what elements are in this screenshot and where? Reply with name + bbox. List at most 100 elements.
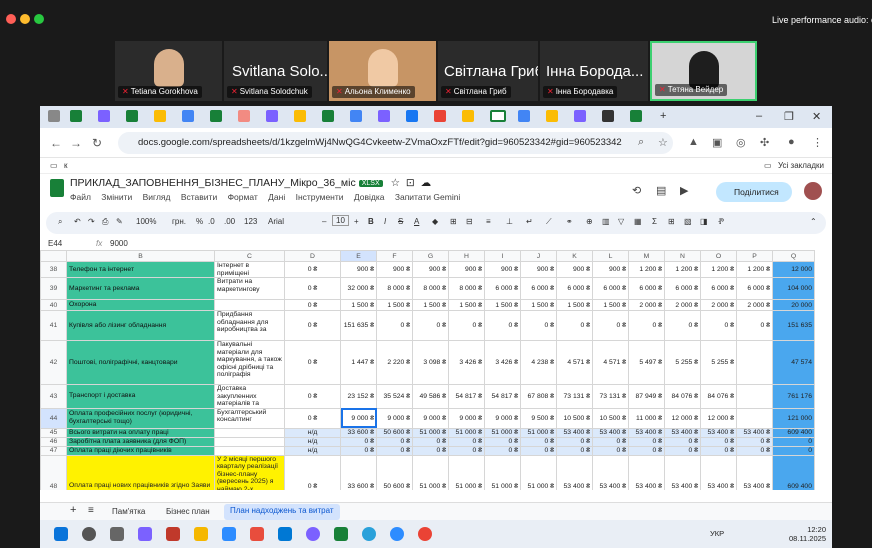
value-cell[interactable]: 151 635 ₴: [340, 310, 377, 341]
tab-drive[interactable]: [462, 110, 474, 122]
value-cell[interactable]: 0 ₴: [628, 436, 665, 447]
meet-icon[interactable]: ▶: [680, 184, 688, 197]
tab-forms[interactable]: [98, 110, 110, 122]
comment-cell[interactable]: [214, 436, 285, 447]
column-header[interactable]: M: [628, 250, 665, 262]
percent-format[interactable]: %: [196, 217, 203, 226]
currency-format[interactable]: грн.: [172, 217, 186, 226]
functions-icon[interactable]: Σ: [652, 217, 657, 226]
drive-icon[interactable]: ▲: [688, 136, 699, 148]
column-header[interactable]: O: [700, 250, 737, 262]
share-button[interactable]: Поділитися: [716, 182, 792, 202]
minimize-window-icon[interactable]: [20, 14, 30, 24]
value-cell[interactable]: 5 255 ₴: [700, 340, 737, 385]
app-icon[interactable]: [250, 527, 264, 541]
valign-icon[interactable]: ⊥: [506, 217, 513, 226]
tab-site[interactable]: [602, 110, 614, 122]
value-cell[interactable]: 0 ₴: [592, 310, 629, 341]
merge-icon[interactable]: ⊟: [466, 217, 473, 226]
total-cell[interactable]: 104 000: [772, 277, 815, 300]
value-cell[interactable]: 0 ₴: [736, 310, 773, 341]
value-cell[interactable]: 1 200 ₴: [736, 261, 773, 278]
value-cell[interactable]: 4 571 ₴: [556, 340, 593, 385]
bold-icon[interactable]: B: [368, 217, 374, 226]
camera-icon[interactable]: ◎: [736, 136, 746, 149]
value-cell[interactable]: 0 ₴: [520, 436, 557, 447]
avatar[interactable]: [804, 182, 822, 200]
undo-icon[interactable]: ↶: [74, 217, 81, 226]
participant-tile[interactable]: Svitlana Solo... ✕ Svitlana Solodchuk: [224, 41, 327, 101]
value-cell[interactable]: [736, 340, 773, 385]
column-header[interactable]: C: [214, 250, 285, 262]
sheet-tab-memo[interactable]: Пам'ятка: [112, 507, 145, 516]
value-cell[interactable]: [736, 384, 773, 409]
value-cell[interactable]: 0 ₴: [412, 436, 449, 447]
value-cell[interactable]: 0 ₴: [556, 436, 593, 447]
value-cell[interactable]: 51 000 ₴: [484, 454, 521, 490]
value-cell[interactable]: 53 400 ₴: [628, 454, 665, 490]
category-cell[interactable]: Транспорт і доставка: [66, 384, 215, 409]
value-cell[interactable]: 0 ₴: [448, 310, 485, 341]
value-cell[interactable]: 53 400 ₴: [736, 427, 773, 438]
row-header[interactable]: 45: [40, 427, 67, 438]
tab-forms[interactable]: [378, 110, 390, 122]
value-cell[interactable]: 0 ₴: [484, 445, 521, 456]
paint-format-icon[interactable]: ✎: [116, 217, 123, 226]
value-cell[interactable]: 900 ₴: [340, 261, 377, 278]
column-header[interactable]: G: [412, 250, 449, 262]
value-cell[interactable]: 51 000 ₴: [520, 454, 557, 490]
start-icon[interactable]: [54, 527, 68, 541]
url-field[interactable]: docs.google.com/spreadsheets/d/1kzgelmWj…: [118, 132, 673, 154]
column-header[interactable]: N: [664, 250, 701, 262]
telegram-icon[interactable]: [362, 527, 376, 541]
comment-cell[interactable]: Бухгалтерський консалтинг: [214, 407, 285, 429]
chips-icon[interactable]: ◨: [700, 217, 708, 226]
value-cell[interactable]: 5 255 ₴: [664, 340, 701, 385]
value-cell[interactable]: 51 000 ₴: [484, 427, 521, 438]
value-cell[interactable]: 67 808 ₴: [520, 384, 557, 409]
value-cell[interactable]: 73 131 ₴: [556, 384, 593, 409]
increase-decimal[interactable]: .00: [224, 217, 235, 226]
value-cell[interactable]: 0 ₴: [448, 445, 485, 456]
value-cell[interactable]: 1 500 ₴: [556, 299, 593, 311]
value-cell[interactable]: 900 ₴: [592, 261, 629, 278]
value-cell[interactable]: 53 400 ₴: [556, 454, 593, 490]
participant-tile[interactable]: Світлана Гриб ✕ Світлана Гриб: [438, 41, 538, 101]
comment-cell[interactable]: Інтернет в приміщені: [214, 261, 285, 278]
value-cell[interactable]: 0 ₴: [592, 436, 629, 447]
file-explorer-icon[interactable]: [194, 527, 208, 541]
filter-views-icon[interactable]: ▦: [634, 217, 642, 226]
total-cell[interactable]: 20 000: [772, 299, 815, 311]
tab-forms[interactable]: [574, 110, 586, 122]
comment-cell[interactable]: [214, 445, 285, 456]
all-sheets-icon[interactable]: ≡: [88, 505, 94, 516]
participant-tile-active[interactable]: ✕ Тетяна Вейдер: [650, 41, 757, 101]
row-header[interactable]: 42: [40, 340, 67, 385]
value-cell[interactable]: 1 500 ₴: [376, 299, 413, 311]
star-icon[interactable]: ☆: [658, 136, 668, 149]
value-cell[interactable]: 23 152 ₴: [340, 384, 377, 409]
value-cell[interactable]: 53 400 ₴: [628, 427, 665, 438]
column-header[interactable]: J: [520, 250, 557, 262]
maximize-window-icon[interactable]: [34, 14, 44, 24]
value-cell[interactable]: 4 238 ₴: [520, 340, 557, 385]
value-cell[interactable]: 0 ₴: [664, 445, 701, 456]
table-icon[interactable]: ▧: [684, 217, 692, 226]
value-cell[interactable]: 2 000 ₴: [736, 299, 773, 311]
minimize-icon[interactable]: –: [756, 110, 762, 122]
new-tab-button[interactable]: +: [660, 110, 666, 122]
value-cell[interactable]: 1 200 ₴: [628, 261, 665, 278]
total-cell[interactable]: 12 000: [772, 261, 815, 278]
puzzle-icon[interactable]: ✣: [760, 136, 769, 149]
value-cell[interactable]: 53 400 ₴: [592, 427, 629, 438]
menu-data[interactable]: Дані: [268, 192, 285, 202]
tab-forms[interactable]: [266, 110, 278, 122]
widgets-icon[interactable]: [138, 527, 152, 541]
bookmark-item[interactable]: к: [64, 161, 68, 170]
value-cell[interactable]: 84 076 ₴: [700, 384, 737, 409]
move-icon[interactable]: ⊡: [406, 177, 415, 189]
value-cell[interactable]: 0 ₴: [700, 436, 737, 447]
value-cell[interactable]: 50 600 ₴: [376, 454, 413, 490]
tab-sheets[interactable]: [70, 110, 82, 122]
value-cell[interactable]: 1 500 ₴: [340, 299, 377, 311]
